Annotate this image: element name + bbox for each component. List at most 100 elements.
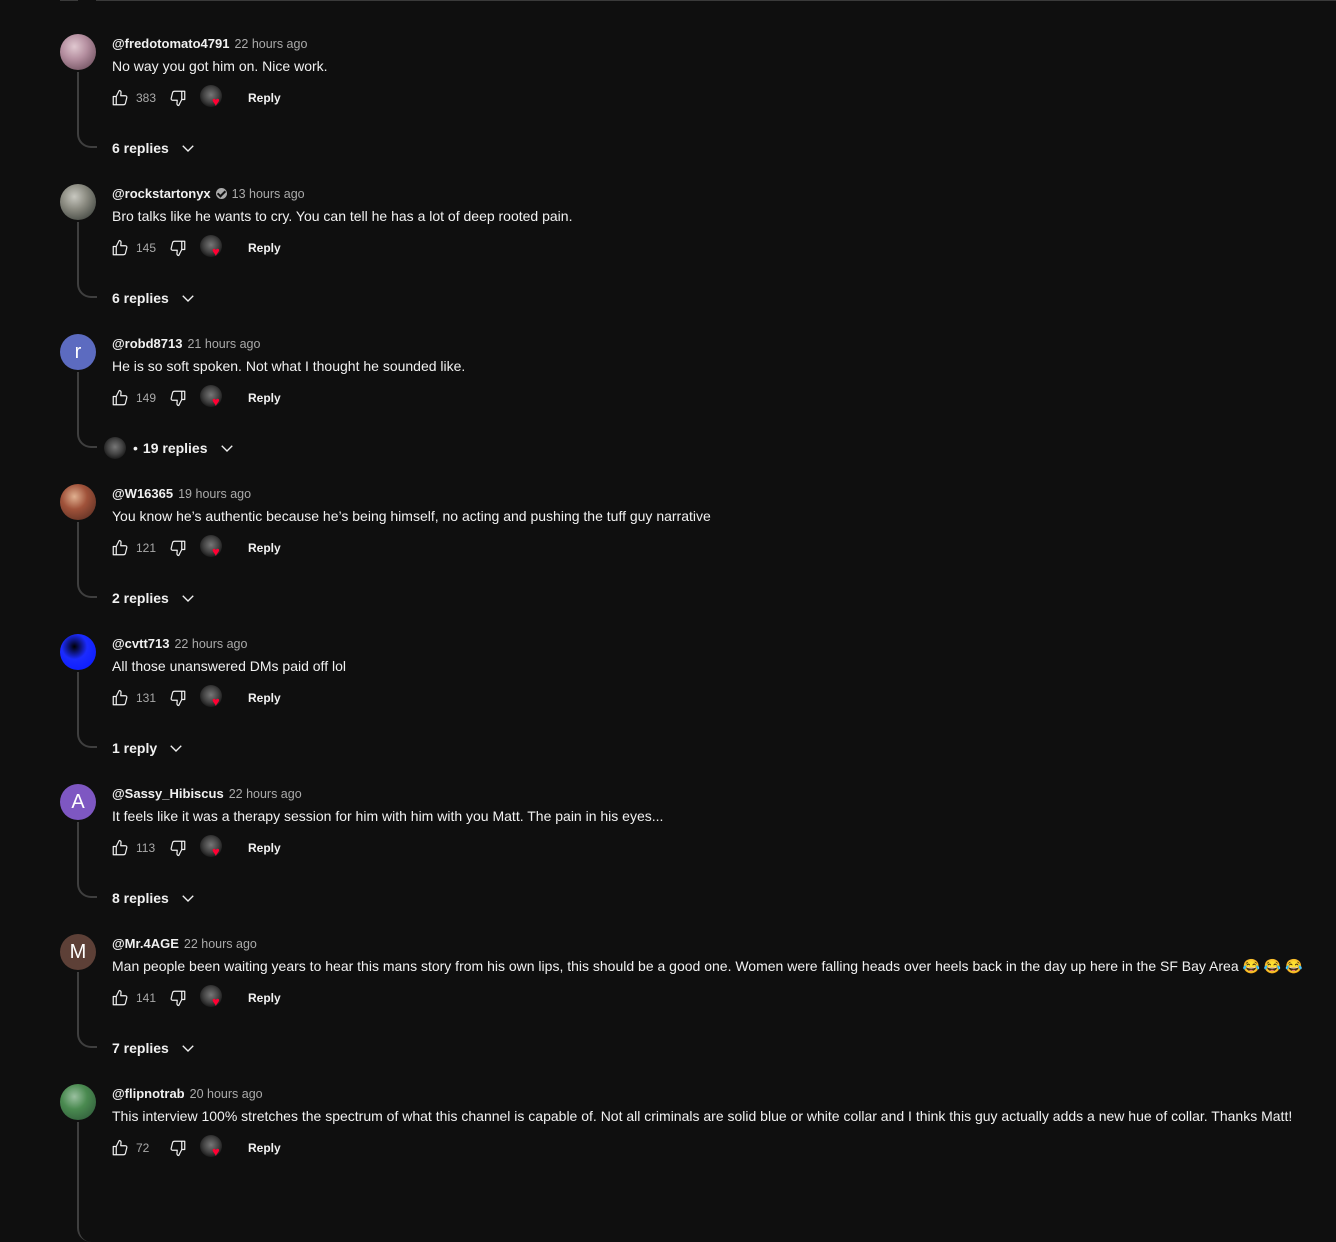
comment-time[interactable]: 22 hours ago: [174, 637, 247, 651]
author-name[interactable]: @rockstartonyx: [112, 186, 211, 201]
comment-thread: A @Sassy_Hibiscus 22 hours ago It feels …: [0, 780, 1336, 930]
like-button[interactable]: [108, 236, 132, 260]
view-replies-button[interactable]: 6 replies: [112, 286, 197, 310]
avatar[interactable]: [60, 184, 96, 220]
thread-connector: [77, 672, 97, 748]
reply-button[interactable]: Reply: [248, 691, 281, 705]
creator-heart-badge[interactable]: ♥: [198, 85, 228, 111]
thread-connector: [77, 222, 97, 298]
like-count: 145: [136, 241, 157, 255]
comment-time[interactable]: 13 hours ago: [232, 187, 305, 201]
comment-text: You know he’s authentic because he’s bei…: [112, 508, 711, 524]
comment-time[interactable]: 22 hours ago: [184, 937, 257, 951]
creator-heart-badge[interactable]: ♥: [198, 685, 228, 711]
author-name[interactable]: @Sassy_Hibiscus: [112, 786, 224, 801]
author-name[interactable]: @W16365: [112, 486, 173, 501]
comment-toolbar: 72 ♥ Reply: [108, 1135, 281, 1161]
replies-count-label: 6 replies: [112, 140, 169, 156]
comment-time[interactable]: 19 hours ago: [178, 487, 251, 501]
thumbs-down-icon: [170, 390, 186, 407]
creator-heart-badge[interactable]: ♥: [198, 985, 228, 1011]
comment-thread: M @Mr.4AGE 22 hours ago Man people been …: [0, 930, 1336, 1080]
creator-heart-icon: ♥: [212, 694, 220, 709]
chevron-down-icon: [182, 895, 194, 902]
avatar[interactable]: A: [60, 784, 96, 820]
like-count: 121: [136, 541, 157, 555]
comment-thread: r @robd8713 21 hours ago He is so soft s…: [0, 330, 1336, 480]
divider: [96, 0, 1336, 1]
comment-time[interactable]: 20 hours ago: [190, 1087, 263, 1101]
dislike-button[interactable]: [166, 386, 190, 410]
thumbs-up-icon: [112, 989, 128, 1006]
comment-toolbar: 149 ♥ Reply: [108, 385, 281, 411]
comment-time[interactable]: 22 hours ago: [234, 37, 307, 51]
like-button[interactable]: [108, 386, 132, 410]
dislike-button[interactable]: [166, 536, 190, 560]
author-name[interactable]: @robd8713: [112, 336, 182, 351]
author-name[interactable]: @cvtt713: [112, 636, 169, 651]
view-replies-button[interactable]: 7 replies: [112, 1036, 197, 1060]
dislike-button[interactable]: [166, 86, 190, 110]
dislike-button[interactable]: [166, 986, 190, 1010]
reply-button[interactable]: Reply: [248, 391, 281, 405]
reply-button[interactable]: Reply: [248, 541, 281, 555]
comment-header: @Sassy_Hibiscus 22 hours ago: [112, 786, 302, 801]
like-button[interactable]: [108, 836, 132, 860]
reply-button[interactable]: Reply: [248, 991, 281, 1005]
view-replies-button[interactable]: 2 replies: [112, 586, 197, 610]
like-button[interactable]: [108, 86, 132, 110]
avatar[interactable]: [60, 34, 96, 70]
comment-toolbar: 131 ♥ Reply: [108, 685, 281, 711]
like-button[interactable]: [108, 536, 132, 560]
creator-heart-badge[interactable]: ♥: [198, 835, 228, 861]
thread-connector: [77, 822, 97, 898]
view-replies-button[interactable]: 6 replies: [112, 136, 197, 160]
comment-time[interactable]: 21 hours ago: [187, 337, 260, 351]
dislike-button[interactable]: [166, 236, 190, 260]
thumbs-down-icon: [170, 90, 186, 107]
replies-count-label: 19 replies: [142, 440, 208, 456]
like-count: 72: [136, 1141, 150, 1155]
creator-heart-badge[interactable]: ♥: [198, 235, 228, 261]
reply-button[interactable]: Reply: [248, 1141, 281, 1155]
avatar[interactable]: M: [60, 934, 96, 970]
dislike-button[interactable]: [166, 1136, 190, 1160]
comment-toolbar: 141 ♥ Reply: [108, 985, 281, 1011]
avatar[interactable]: [60, 1084, 96, 1120]
like-button[interactable]: [108, 1136, 132, 1160]
reply-button[interactable]: Reply: [248, 91, 281, 105]
comment-toolbar: 145 ♥ Reply: [108, 235, 281, 261]
view-replies-button[interactable]: 8 replies: [112, 886, 197, 910]
thread-connector: [77, 972, 97, 1048]
author-name[interactable]: @flipnotrab: [112, 1086, 185, 1101]
thread-connector: [77, 1122, 97, 1242]
view-replies-button[interactable]: • 19 replies: [104, 436, 236, 460]
comment-time[interactable]: 22 hours ago: [229, 787, 302, 801]
thread-connector: [77, 372, 97, 448]
avatar[interactable]: r: [60, 334, 96, 370]
like-button[interactable]: [108, 686, 132, 710]
reply-button[interactable]: Reply: [248, 241, 281, 255]
thumbs-up-icon: [112, 839, 128, 856]
comment-thread: @fredotomato4791 22 hours ago No way you…: [0, 30, 1336, 180]
creator-heart-badge[interactable]: ♥: [198, 1135, 228, 1161]
avatar[interactable]: [60, 484, 96, 520]
creator-heart-badge[interactable]: ♥: [198, 385, 228, 411]
avatar[interactable]: [60, 634, 96, 670]
comment-text: No way you got him on. Nice work.: [112, 58, 328, 74]
dislike-button[interactable]: [166, 836, 190, 860]
thread-connector: [77, 72, 97, 148]
view-replies-button[interactable]: 1 reply: [112, 736, 185, 760]
creator-heart-badge[interactable]: ♥: [198, 535, 228, 561]
thumbs-up-icon: [112, 389, 128, 406]
author-name[interactable]: @Mr.4AGE: [112, 936, 179, 951]
thumbs-down-icon: [170, 690, 186, 707]
comment-header: @cvtt713 22 hours ago: [112, 636, 247, 651]
reply-button[interactable]: Reply: [248, 841, 281, 855]
like-button[interactable]: [108, 986, 132, 1010]
dislike-button[interactable]: [166, 686, 190, 710]
chevron-down-icon: [182, 295, 194, 302]
thumbs-down-icon: [170, 240, 186, 257]
author-name[interactable]: @fredotomato4791: [112, 36, 229, 51]
creator-heart-icon: ♥: [212, 844, 220, 859]
